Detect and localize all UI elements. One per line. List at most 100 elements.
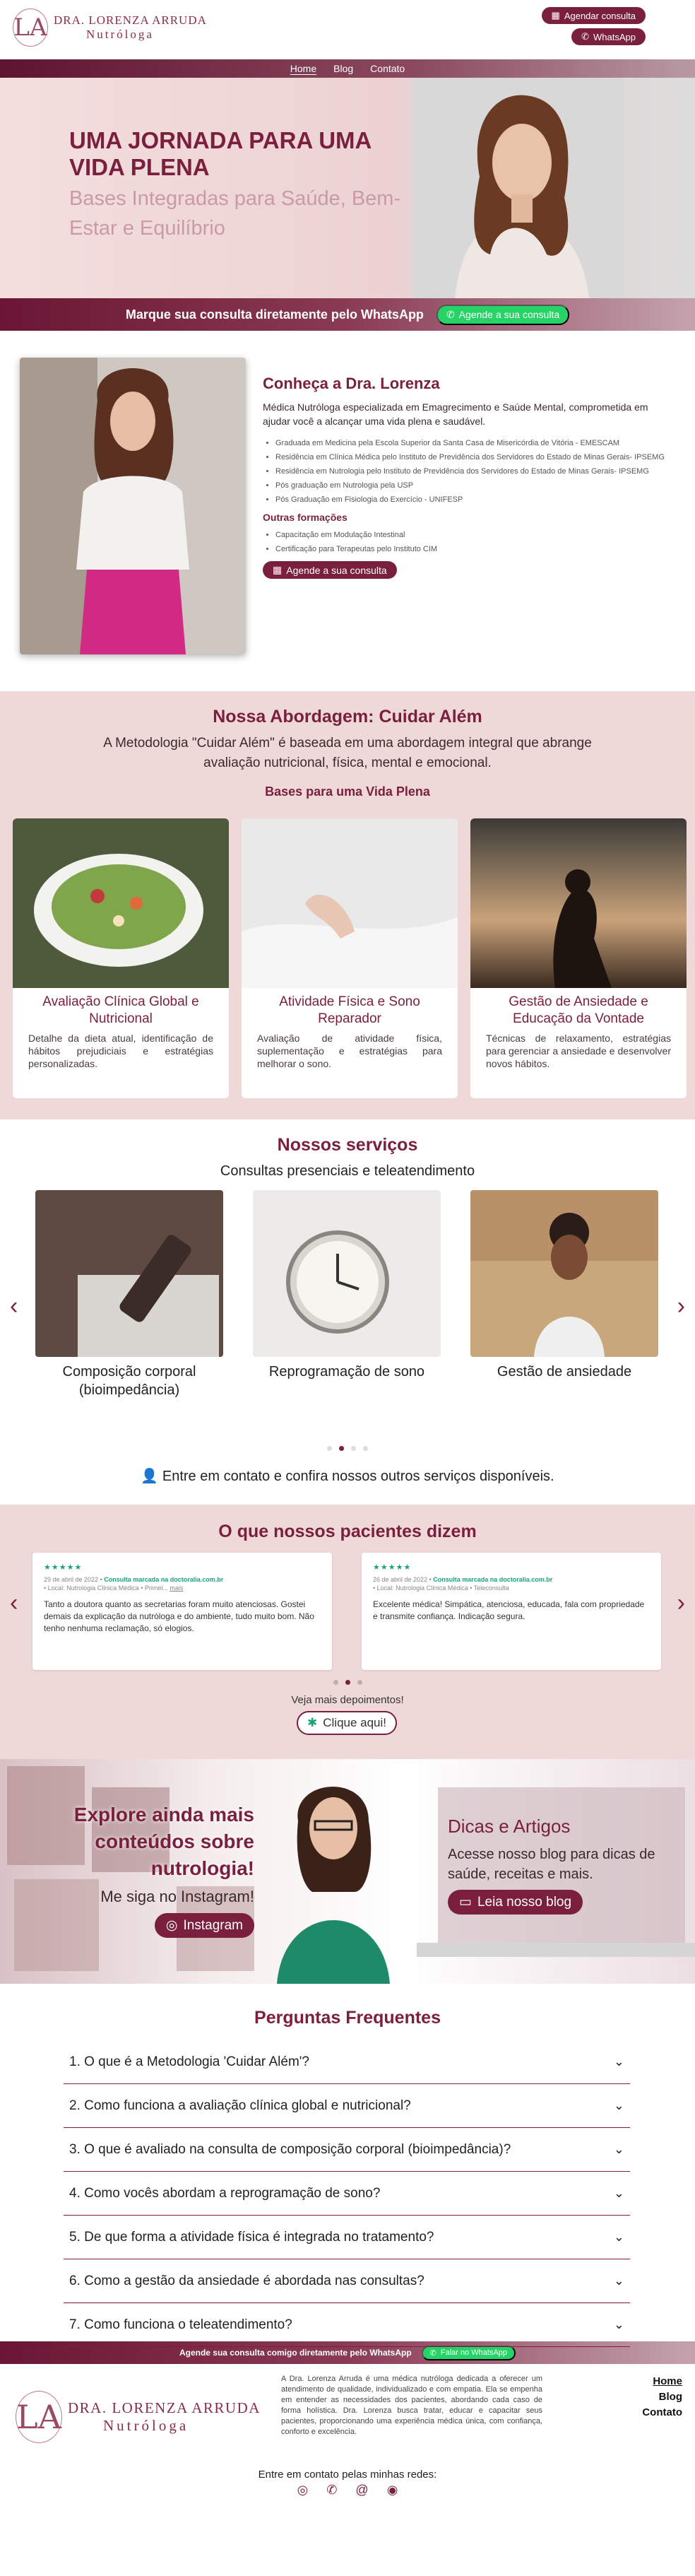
social-icons: ◎ ✆ @ ◉ xyxy=(0,2483,695,2498)
doctor-photo xyxy=(20,358,246,654)
service-card[interactable]: Composição corporal (bioimpedância) xyxy=(35,1190,223,1399)
list-item: Residência em Nutrologia pelo Instituto … xyxy=(275,466,665,476)
instagram-title: Explore ainda mais conteúdos sobre nutro… xyxy=(73,1804,254,1879)
approach-card: Atividade Física e Sono Reparador Avalia… xyxy=(242,818,458,1098)
carousel-dot[interactable] xyxy=(327,1446,332,1451)
email-icon[interactable]: @ xyxy=(355,2483,368,2498)
faq-item[interactable]: 7. Como funciona o teleatendimento? ⌄ xyxy=(64,2303,630,2347)
nav-home[interactable]: Home xyxy=(290,63,316,74)
footer-nav-contato[interactable]: Contato xyxy=(642,2405,682,2421)
testimonials-prev-button[interactable]: ‹ xyxy=(10,1589,18,1617)
footer-whatsapp-button[interactable]: ✆ Falar no WhatsApp xyxy=(421,2345,516,2360)
faq-item[interactable]: 3. O que é avaliado na consulta de compo… xyxy=(64,2128,630,2172)
list-item: Capacitação em Modulação Intestinal xyxy=(275,530,665,540)
faq-item[interactable]: 5. De que forma a atividade física é int… xyxy=(64,2216,630,2259)
footer-nav-home[interactable]: Home xyxy=(642,2374,682,2389)
blog-text: Acesse nosso blog para dicas de saúde, r… xyxy=(448,1847,655,1882)
services-contact: 👤 Entre em contato e confira nossos outr… xyxy=(141,1469,554,1484)
approach-card: Gestão de Ansiedade e Educação da Vontad… xyxy=(470,818,687,1098)
card-text: Detalhe da dieta atual, identificação de… xyxy=(28,1033,213,1069)
logo[interactable]: LA DRA. LORENZA ARRUDA Nutróloga xyxy=(13,8,207,47)
service-caption: Reprogramação de sono xyxy=(268,1364,425,1380)
more-testimonials-button[interactable]: ✱ Clique aqui! xyxy=(297,1711,397,1735)
logo-subtitle: Nutróloga xyxy=(86,28,154,41)
carousel-dot[interactable] xyxy=(363,1446,368,1451)
card-title: Avaliação Clínica Global e Nutricional xyxy=(42,994,199,1026)
approach-title: Nossa Abordagem: Cuidar Além xyxy=(213,707,482,727)
doctor-with-glasses-image xyxy=(277,1787,390,1984)
review-source: Consulta marcada na doctoralia.com.br xyxy=(433,1576,553,1583)
list-item: Residência em Clínica Médica pelo Instit… xyxy=(275,452,665,462)
review-card: ★★★★★ 26 de abril de 2022 • Consulta mar… xyxy=(362,1553,661,1670)
logo-mark: LA xyxy=(13,8,48,47)
cta-text: Marque sua consulta diretamente pelo Wha… xyxy=(125,307,424,322)
sleeping-feet-image xyxy=(242,818,458,988)
footer-cta-text: Agende sua consulta comigo diretamente p… xyxy=(179,2348,412,2358)
carousel-dot[interactable] xyxy=(351,1446,356,1451)
cta-bar: Marque sua consulta diretamente pelo Wha… xyxy=(0,298,695,331)
faq-item[interactable]: 4. Como vocês abordam a reprogramação de… xyxy=(64,2172,630,2216)
nav-contato[interactable]: Contato xyxy=(370,63,405,74)
approach-lead: A Metodologia "Cuidar Além" é baseada em… xyxy=(103,736,592,770)
service-caption: Gestão de ansiedade xyxy=(497,1364,632,1380)
more-testimonials-text: Veja mais depoimentos! xyxy=(291,1694,404,1706)
site-header: LA DRA. LORENZA ARRUDA Nutróloga ▦ Agend… xyxy=(0,0,695,59)
card-title: Atividade Física e Sono Reparador xyxy=(279,994,420,1026)
instagram-button[interactable]: ◎ Instagram xyxy=(154,1913,254,1938)
review-text: Tanto a doutora quanto as secretarias fo… xyxy=(44,1599,314,1633)
carousel-dot[interactable] xyxy=(333,1680,338,1685)
service-caption: Composição corporal (bioimpedância) xyxy=(62,1364,196,1398)
other-training-list: Capacitação em Modulação Intestinal Cert… xyxy=(263,530,665,554)
faq-item[interactable]: 2. Como funciona a avaliação clínica glo… xyxy=(64,2084,630,2128)
services-subtitle: Consultas presenciais e teleatendimento xyxy=(220,1163,475,1179)
whatsapp-icon: ✆ xyxy=(429,2348,436,2358)
list-item: Pós Graduação em Fisiologia do Exercício… xyxy=(275,495,665,505)
testimonials-next-button[interactable]: › xyxy=(677,1589,685,1617)
footer-nav-blog[interactable]: Blog xyxy=(642,2389,682,2405)
review-source: Consulta marcada na doctoralia.com.br xyxy=(104,1576,224,1583)
whatsapp-cta-button[interactable]: ✆ Agende a sua consulta xyxy=(436,304,570,325)
testimonials-section: O que nossos pacientes dizem ‹ › ★★★★★ 2… xyxy=(0,1505,695,1759)
carousel-next-button[interactable]: › xyxy=(677,1293,685,1320)
whatsapp-icon[interactable]: ◉ xyxy=(387,2483,398,2498)
laptop-icon: ▭ xyxy=(459,1895,472,1910)
footer-logo[interactable]: LA DRA. LORENZA ARRUDA Nutróloga xyxy=(16,2391,261,2443)
education-list: Graduada em Medicina pela Escola Superio… xyxy=(263,438,665,505)
nav-blog[interactable]: Blog xyxy=(333,63,353,74)
phone-icon[interactable]: ✆ xyxy=(326,2483,337,2498)
carousel-dot[interactable] xyxy=(357,1680,362,1685)
about-schedule-button[interactable]: ▦ Agende a sua consulta xyxy=(263,561,397,579)
carousel-dot-active[interactable] xyxy=(339,1446,344,1451)
other-training-title: Outras formações xyxy=(263,512,348,523)
carousel-prev-button[interactable]: ‹ xyxy=(10,1293,18,1320)
testimonials-dots xyxy=(0,1680,695,1685)
alarm-clock-image xyxy=(253,1190,441,1357)
schedule-button[interactable]: ▦ Agendar consulta xyxy=(541,7,646,24)
card-title: Gestão de Ansiedade e Educação da Vontad… xyxy=(509,994,648,1026)
instagram-icon[interactable]: ◎ xyxy=(297,2483,309,2498)
social-blog-banner: Explore ainda mais conteúdos sobre nutro… xyxy=(0,1759,695,1984)
approach-subtitle: Bases para uma Vida Plena xyxy=(265,784,430,799)
social-text: Entre em contato pelas minhas redes: xyxy=(258,2469,437,2481)
testimonials-title: O que nossos pacientes dizem xyxy=(218,1522,477,1541)
instagram-icon: ◎ xyxy=(165,1918,178,1933)
about-intro: Médica Nutróloga especializada em Emagre… xyxy=(263,401,648,427)
chevron-down-icon: ⌄ xyxy=(613,2186,624,2200)
whatsapp-icon: ✆ xyxy=(446,308,455,320)
services-section: Nossos serviços Consultas presenciais e … xyxy=(0,1119,695,1505)
faq-item[interactable]: 1. O que é a Metodologia 'Cuidar Além'? ⌄ xyxy=(64,2040,630,2084)
read-blog-button[interactable]: ▭ Leia nosso blog xyxy=(448,1890,583,1915)
service-card[interactable]: Reprogramação de sono xyxy=(253,1190,441,1399)
whatsapp-button[interactable]: ✆ WhatsApp xyxy=(571,28,646,45)
services-title: Nossos serviços xyxy=(277,1135,418,1155)
carousel-dot-active[interactable] xyxy=(345,1680,350,1685)
approach-card: Avaliação Clínica Global e Nutricional D… xyxy=(13,818,229,1098)
instagram-text: Me siga no Instagram! xyxy=(100,1888,254,1905)
sunset-silhouette-image xyxy=(470,818,687,988)
salad-image xyxy=(13,818,229,988)
faq-item[interactable]: 6. Como a gestão da ansiedade é abordada… xyxy=(64,2259,630,2303)
service-card[interactable]: Gestão de ansiedade xyxy=(470,1190,658,1399)
review-more-link[interactable]: mais xyxy=(170,1584,183,1592)
main-nav: Home Blog Contato xyxy=(0,59,695,78)
footer-about-text: A Dra. Lorenza Arruda é uma médica nutró… xyxy=(281,2375,542,2436)
